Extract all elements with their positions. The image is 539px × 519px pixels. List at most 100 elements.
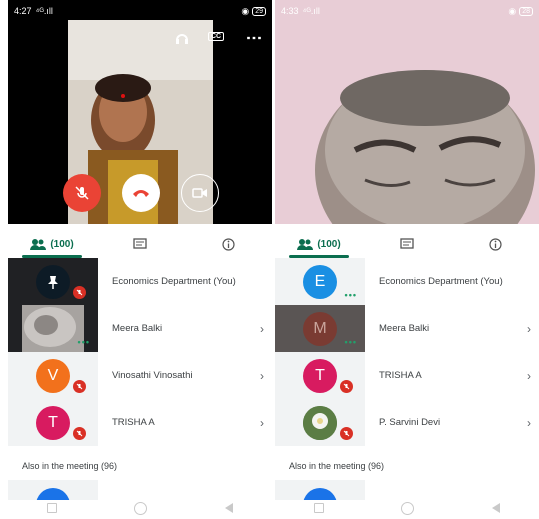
tab-people[interactable]: (100) (275, 228, 363, 260)
mic-off-icon (73, 427, 86, 440)
participant-list: E ••• Economics Department (You) M ••• M… (275, 258, 539, 446)
participant-name: TRISHA A (379, 370, 422, 381)
list-item[interactable]: M ••• Meera Balki › (275, 305, 539, 352)
avatar (303, 405, 337, 440)
participant-thumbnail: E ••• (275, 258, 365, 305)
system-nav-bar (275, 497, 539, 519)
chat-icon (400, 238, 414, 249)
status-bar: 4:27 ⁴ᴳ.ıll ◉ 29 (8, 0, 272, 22)
mute-mic-button[interactable] (63, 174, 101, 212)
more-options-button[interactable]: ⋮ (244, 30, 264, 46)
toggle-camera-button[interactable] (181, 174, 219, 212)
audio-output-button[interactable] (174, 30, 190, 51)
mic-off-icon (73, 380, 86, 393)
tab-chat[interactable] (96, 228, 184, 260)
list-item[interactable]: P. Sarvini Devi › (275, 399, 539, 446)
status-bar: 4:33 ⁴ᴳ.ıll ◉ 28 (275, 0, 539, 22)
speaking-indicator: ••• (77, 337, 90, 347)
avatar: T (303, 358, 337, 393)
status-time: 4:33 (281, 6, 299, 16)
phone-screenshot-right: 4:33 ⁴ᴳ.ıll ◉ 28 (100) E ••• Economics D… (275, 0, 539, 519)
video-feed-left: 4:27 ⁴ᴳ.ıll ◉ 29 CC ⋮ (8, 0, 272, 224)
people-count: (100) (317, 238, 341, 250)
info-icon (221, 237, 235, 251)
video-camera-icon (192, 188, 207, 198)
list-item[interactable]: E ••• Economics Department (You) (275, 258, 539, 305)
people-count: (100) (50, 238, 74, 250)
mic-off-icon (75, 186, 89, 200)
participant-name: TRISHA A (112, 417, 155, 428)
mic-off-icon (73, 286, 86, 299)
people-icon (297, 239, 314, 250)
chevron-right-icon[interactable]: › (252, 322, 272, 336)
participant-video (275, 0, 539, 224)
participant-list: Economics Department (You) ••• Meera Bal… (8, 258, 272, 446)
hang-up-icon (133, 190, 149, 197)
pin-icon[interactable] (36, 264, 70, 299)
mic-off-icon (340, 380, 353, 393)
battery-indicator: 29 (252, 6, 266, 16)
chevron-right-icon[interactable]: › (519, 416, 539, 430)
speaking-indicator: ••• (344, 290, 357, 300)
phone-screenshot-left: 4:27 ⁴ᴳ.ıll ◉ 29 CC ⋮ (100) Economics De… (8, 0, 272, 519)
avatar: E (303, 264, 337, 299)
meeting-tabs: (100) (8, 228, 272, 260)
system-nav-bar (8, 497, 272, 519)
wifi-icon: ◉ (508, 5, 517, 16)
wifi-icon: ◉ (241, 5, 250, 16)
participant-thumbnail: ••• (8, 305, 98, 352)
tab-people[interactable]: (100) (8, 228, 96, 260)
flower-photo (303, 405, 337, 440)
participant-video-thumbnail (22, 305, 84, 352)
status-time: 4:27 (14, 6, 32, 16)
signal-indicator: ⁴ᴳ.ıll (302, 6, 320, 16)
avatar: V (36, 358, 70, 393)
list-item[interactable]: ••• Meera Balki › (8, 305, 272, 352)
participant-thumbnail: T (8, 399, 98, 446)
participant-thumbnail (275, 399, 365, 446)
list-item[interactable]: T TRISHA A › (8, 399, 272, 446)
chevron-right-icon[interactable]: › (519, 322, 539, 336)
tab-info[interactable] (184, 228, 272, 260)
home-icon[interactable] (401, 501, 415, 515)
participant-name: Meera Balki (112, 323, 163, 334)
avatar: M (303, 311, 337, 346)
participant-name: Economics Department (You) (379, 276, 503, 287)
participant-name: Economics Department (You) (112, 276, 236, 287)
list-item[interactable]: Economics Department (You) (8, 258, 272, 305)
back-icon[interactable] (225, 503, 234, 513)
headphones-icon (176, 34, 188, 44)
info-icon (488, 237, 502, 251)
people-icon (30, 239, 47, 250)
list-item[interactable]: T TRISHA A › (275, 352, 539, 399)
chevron-right-icon[interactable]: › (252, 416, 272, 430)
chevron-right-icon[interactable]: › (252, 369, 272, 383)
tab-chat[interactable] (363, 228, 451, 260)
section-heading: Also in the meeting (96) (22, 461, 118, 471)
speaking-indicator: ••• (344, 337, 357, 347)
recents-icon[interactable] (313, 503, 324, 513)
captions-button[interactable]: CC (208, 32, 225, 41)
participant-name: Vinosathi Vinosathi (112, 370, 193, 381)
home-icon[interactable] (134, 501, 148, 515)
participant-name: P. Sarvini Devi (379, 417, 441, 428)
meeting-tabs: (100) (275, 228, 539, 260)
back-icon[interactable] (492, 503, 501, 513)
end-call-button[interactable] (122, 174, 160, 212)
list-item[interactable]: V Vinosathi Vinosathi › (8, 352, 272, 399)
mic-off-icon (340, 427, 353, 440)
video-feed-right: 4:33 ⁴ᴳ.ıll ◉ 28 (275, 0, 539, 224)
participant-name: Meera Balki (379, 323, 430, 334)
chat-icon (133, 238, 147, 249)
recents-icon[interactable] (46, 503, 57, 513)
avatar: T (36, 405, 70, 440)
participant-thumbnail: M ••• (275, 305, 365, 352)
participant-thumbnail: T (275, 352, 365, 399)
chevron-right-icon[interactable]: › (519, 369, 539, 383)
tab-info[interactable] (451, 228, 539, 260)
participant-thumbnail (8, 258, 98, 305)
signal-indicator: ⁴ᴳ.ıll (35, 6, 53, 16)
participant-thumbnail: V (8, 352, 98, 399)
battery-indicator: 28 (519, 6, 533, 16)
section-heading: Also in the meeting (96) (289, 461, 385, 471)
